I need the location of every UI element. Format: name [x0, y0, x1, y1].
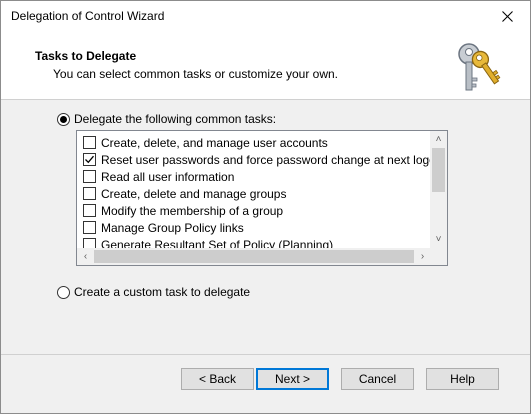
- radio-button-unselected[interactable]: [57, 285, 70, 299]
- task-checkbox[interactable]: [83, 221, 96, 234]
- scroll-left-icon[interactable]: ‹: [77, 248, 94, 265]
- list-item[interactable]: Reset user passwords and force password …: [83, 151, 431, 168]
- horizontal-scroll-thumb[interactable]: [94, 250, 414, 263]
- task-label: Generate Resultant Set of Policy (Planni…: [101, 237, 334, 249]
- title-bar: Delegation of Control Wizard: [1, 1, 530, 32]
- check-icon: [85, 155, 94, 164]
- radio-button-selected[interactable]: [57, 112, 70, 126]
- page-subtitle: You can select common tasks or customize…: [53, 67, 339, 81]
- back-button[interactable]: < Back: [181, 368, 254, 390]
- horizontal-scrollbar[interactable]: ‹ ›: [77, 248, 431, 265]
- task-checkbox[interactable]: [83, 170, 96, 183]
- close-icon: [502, 11, 513, 22]
- list-item[interactable]: Generate Resultant Set of Policy (Planni…: [83, 236, 333, 248]
- task-checkbox[interactable]: [83, 238, 96, 248]
- task-checkbox[interactable]: [83, 204, 96, 217]
- radio-custom-task[interactable]: Create a custom task to delegate: [57, 285, 250, 299]
- task-checkbox[interactable]: [83, 187, 96, 200]
- window-title: Delegation of Control Wizard: [11, 9, 165, 23]
- list-item[interactable]: Create, delete and manage groups: [83, 185, 286, 202]
- list-item[interactable]: Manage Group Policy links: [83, 219, 244, 236]
- cancel-button[interactable]: Cancel: [341, 368, 414, 390]
- vertical-scrollbar[interactable]: ˄ ˅: [430, 131, 447, 248]
- tasks-list[interactable]: Create, delete, and manage user accounts…: [76, 130, 448, 266]
- task-label: Create, delete and manage groups: [101, 186, 287, 201]
- radio-label-common: Delegate the following common tasks:: [74, 112, 277, 126]
- radio-delegate-common[interactable]: Delegate the following common tasks:: [57, 112, 276, 126]
- close-button[interactable]: [485, 1, 530, 32]
- wizard-window: Delegation of Control Wizard Tasks to De…: [0, 0, 531, 414]
- task-label: Manage Group Policy links: [101, 220, 244, 235]
- vertical-scroll-thumb[interactable]: [432, 148, 445, 192]
- wizard-header: Tasks to Delegate You can select common …: [1, 32, 530, 100]
- task-label: Reset user passwords and force password …: [101, 152, 431, 167]
- tasks-list-items: Create, delete, and manage user accounts…: [77, 131, 431, 248]
- task-label: Create, delete, and manage user accounts: [101, 135, 328, 150]
- scroll-up-icon[interactable]: ˄: [430, 131, 447, 148]
- help-button[interactable]: Help: [426, 368, 499, 390]
- scrollbar-corner: [430, 248, 447, 265]
- list-item[interactable]: Read all user information: [83, 168, 234, 185]
- keys-icon: [458, 43, 501, 91]
- task-label: Read all user information: [101, 169, 235, 184]
- task-checkbox[interactable]: [83, 153, 96, 166]
- list-item[interactable]: Create, delete, and manage user accounts: [83, 134, 328, 151]
- scroll-right-icon[interactable]: ›: [414, 248, 431, 265]
- page-title: Tasks to Delegate: [35, 49, 137, 63]
- footer-divider: [1, 354, 530, 355]
- task-label: Modify the membership of a group: [101, 203, 284, 218]
- list-item[interactable]: Modify the membership of a group: [83, 202, 283, 219]
- radio-label-custom: Create a custom task to delegate: [74, 285, 251, 299]
- next-button[interactable]: Next >: [256, 368, 329, 390]
- scroll-down-icon[interactable]: ˅: [430, 231, 447, 248]
- task-checkbox[interactable]: [83, 136, 96, 149]
